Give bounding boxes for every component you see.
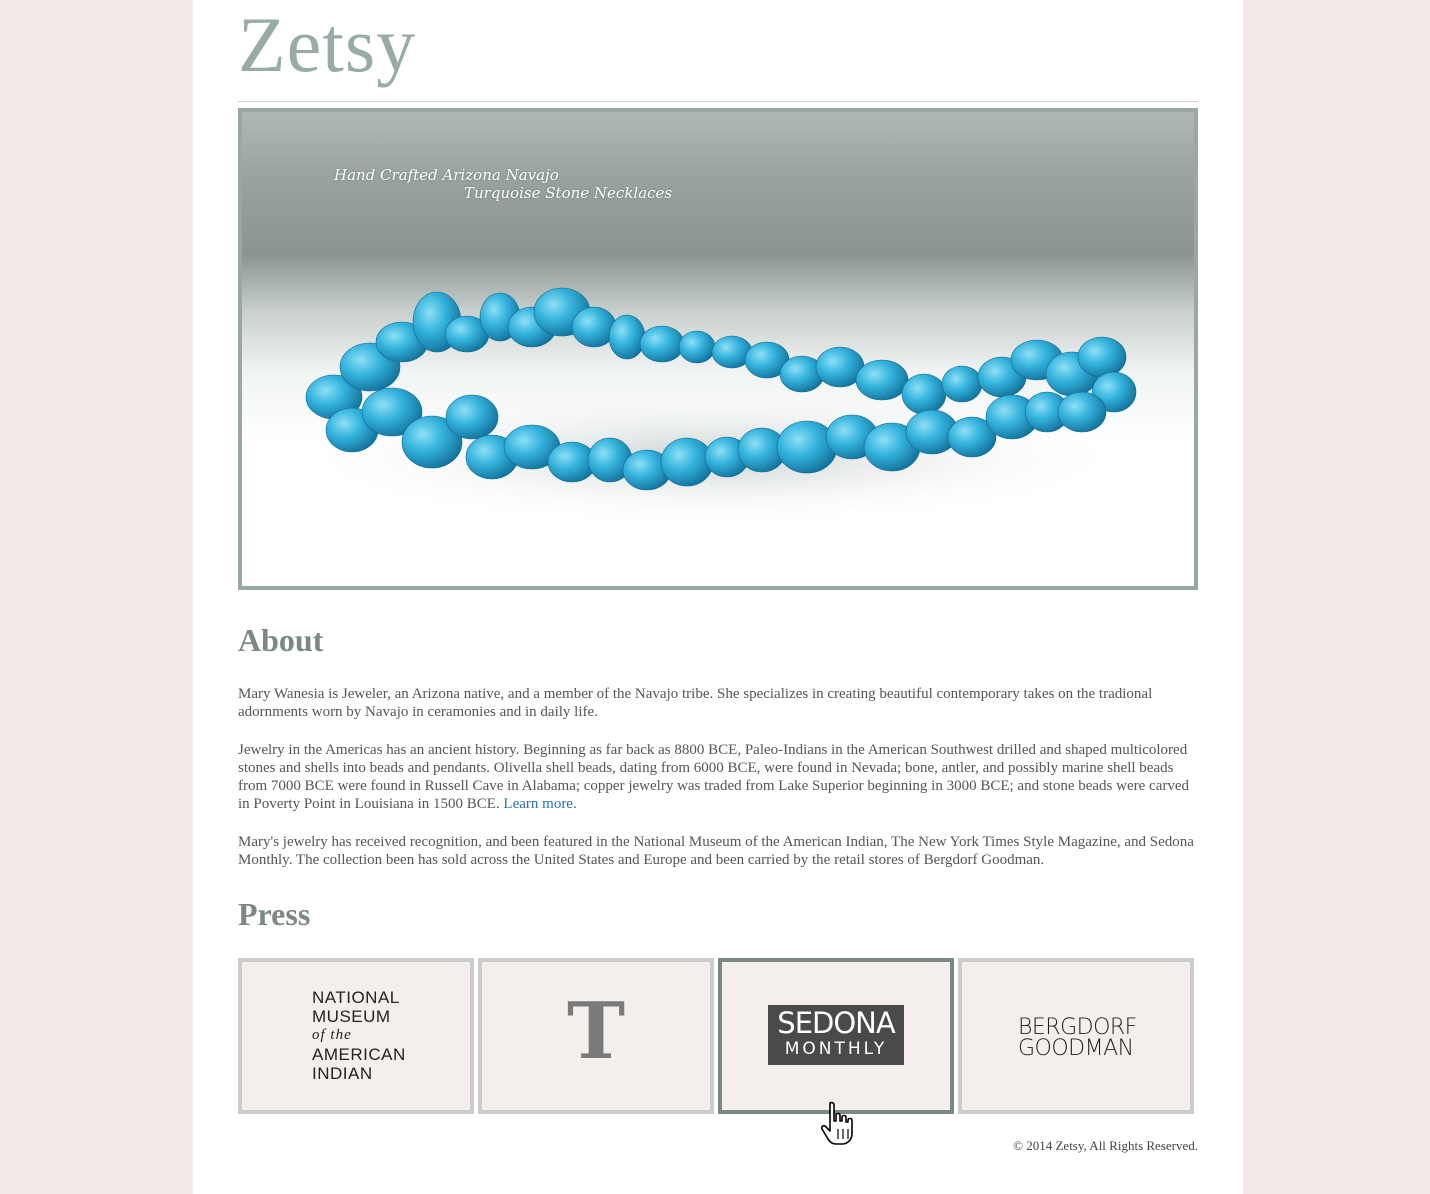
nmai-logo-line: INDIAN [312, 1064, 373, 1083]
bergdorf-logo-line1: BERGDORF [1018, 1015, 1137, 1040]
nmai-logo-line: of the [312, 1027, 352, 1043]
sedona-logo-line2: MONTHLY [784, 1039, 888, 1059]
header-divider [238, 101, 1198, 102]
about-paragraph-2: Jewelry in the Americas has an ancient h… [238, 741, 1200, 813]
about-heading: About [238, 622, 324, 658]
about-paragraph-3: Mary's jewelry has received recognition,… [238, 834, 1194, 868]
footer-copyright: © 2014 Zetsy, All Rights Reserved. [1013, 1138, 1198, 1153]
hand-pointer-cursor-icon [820, 1101, 853, 1145]
bergdorf-goodman-logo: BERGDORF GOODMAN [1018, 1015, 1137, 1061]
nmai-logo-line: MUSEUM [312, 1007, 391, 1026]
press-card-nmai[interactable]: NATIONAL MUSEUM of the AMERICAN INDIAN [238, 958, 474, 1114]
nyt-t-logo: T [566, 986, 626, 1077]
nmai-logo-line: AMERICAN [312, 1045, 406, 1064]
press-card-nyt[interactable]: T [478, 958, 714, 1114]
hero-caption: Hand Crafted Arizona Navajo Turquoise St… [334, 166, 672, 202]
about-paragraph-2-text: Jewelry in the Americas has an ancient h… [238, 742, 1189, 812]
press-card-bergdorf-goodman[interactable]: BERGDORF GOODMAN [958, 958, 1194, 1114]
bergdorf-logo-line2: GOODMAN [1018, 1036, 1134, 1061]
press-logos: NATIONAL MUSEUM of the AMERICAN INDIAN T… [238, 958, 1198, 1114]
nmai-logo-line: NATIONAL [312, 988, 400, 1007]
hero-banner: Hand Crafted Arizona Navajo Turquoise St… [238, 108, 1198, 590]
sedona-logo-line1: SEDONA [777, 1006, 895, 1040]
about-paragraph-1: Mary Wanesia is Jeweler, an Arizona nati… [238, 686, 1153, 720]
page-container: Zetsy Hand Crafted Arizona Navajo Turquo… [193, 0, 1243, 1194]
nmai-logo: NATIONAL MUSEUM of the AMERICAN INDIAN [312, 988, 406, 1083]
press-card-sedona-monthly[interactable]: SEDONA MONTHLY [718, 958, 954, 1114]
sedona-monthly-logo: SEDONA MONTHLY [768, 1005, 904, 1065]
hero-caption-line2: Turquoise Stone Necklaces [464, 184, 673, 202]
press-heading: Press [238, 896, 311, 932]
learn-more-link[interactable]: Learn more. [503, 796, 576, 812]
site-logo[interactable]: Zetsy [238, 6, 416, 84]
hero-caption-line1: Hand Crafted Arizona Navajo [334, 166, 559, 184]
